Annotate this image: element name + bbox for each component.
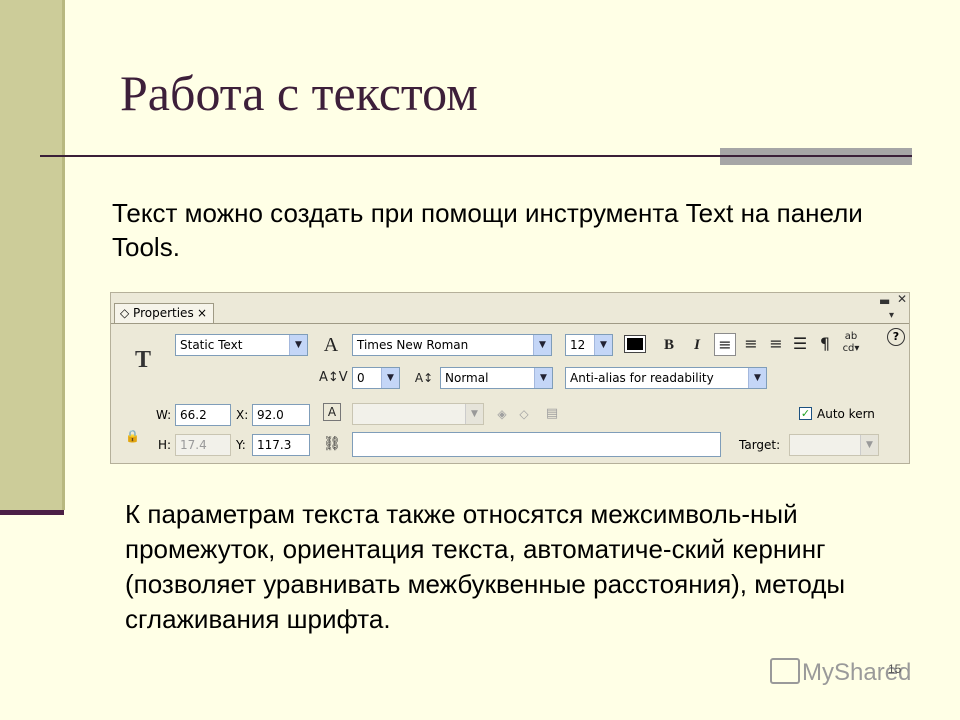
font-size-input[interactable]: 12 ▼ [565,334,613,356]
target-select: ▼ [789,434,879,456]
properties-tab-icon: ◇ [120,306,134,320]
text-type-select[interactable]: Static Text ▼ [175,334,308,356]
title-rule [40,155,912,157]
watermark-logo-icon [770,658,800,684]
text-tool-icon: T [135,347,152,373]
auto-kern-label: Auto kern [817,407,875,421]
font-icon: A [323,334,339,356]
text-color-fill [627,338,643,350]
height-input[interactable]: 17.4 [175,434,231,456]
left-decorative-band [0,0,65,510]
lock-icon[interactable]: 🔒 [125,429,140,443]
chevron-down-icon: ▼ [465,404,483,424]
chevron-down-icon: ▼ [381,368,399,388]
letter-spacing-icon: A↕V [319,370,348,385]
format-options-icon[interactable]: ab cd▾ [839,331,863,355]
italic-button[interactable]: I [687,334,707,356]
slide-title: Работа с текстом [120,65,478,121]
height-label: H: [158,438,172,452]
baseline-value: Normal [445,371,489,385]
properties-panel: ◇ Properties × ▬ ✕ ▾ ? T 🔒 Static Text ▼… [110,292,910,464]
chevron-down-icon: ▼ [860,435,878,455]
chevron-down-icon: ▼ [534,368,552,388]
font-size-value: 12 [570,338,586,352]
link-icon: ⛓ [323,436,341,452]
list-icon: ▤ [545,406,559,421]
baseline-select[interactable]: Normal ▼ [440,367,553,389]
properties-tab-label: Properties [133,306,194,320]
selectable-icon[interactable]: A [323,403,341,421]
y-input[interactable]: 117.3 [252,434,310,456]
details-paragraph: К параметрам текста также относятся межс… [125,499,846,634]
width-label: W: [156,408,172,422]
close-icon[interactable]: × [197,304,207,322]
left-band-accent-line [0,510,64,515]
align-left-icon[interactable]: ≡ [714,333,736,356]
bold-button[interactable]: B [659,334,679,356]
align-center-icon[interactable]: ≡ [740,333,762,355]
anti-alias-select[interactable]: Anti-alias for readability ▼ [565,367,767,389]
page-number: 15 [888,662,902,676]
auto-kern-checkbox[interactable]: ✓ [799,407,812,420]
panel-close-icon[interactable]: ✕ [897,292,907,306]
letter-spacing-value: 0 [357,371,365,385]
x-input[interactable]: 92.0 [252,404,310,426]
font-family-value: Times New Roman [357,338,469,352]
text-color-swatch[interactable] [624,335,646,353]
target-label: Target: [739,438,781,452]
chevron-down-icon: ▼ [533,335,551,355]
letter-spacing-input[interactable]: 0 ▼ [352,367,400,389]
chevron-down-icon: ▼ [289,335,307,355]
html-render-icon: ◈ [497,407,507,421]
intro-paragraph: Текст можно создать при помощи инструмен… [112,198,863,262]
baseline-shift-icon: A↕ [414,371,434,385]
help-icon[interactable]: ? [887,328,905,346]
anti-alias-value: Anti-alias for readability [570,371,714,385]
justify-icon[interactable]: ☰ [789,333,811,355]
chevron-down-icon: ▼ [748,368,766,388]
x-label: X: [236,408,249,422]
paragraph-icon[interactable]: ¶ [815,333,835,355]
align-right-icon[interactable]: ≡ [765,333,787,355]
url-link-select: ▼ [352,403,484,425]
chevron-down-icon: ▼ [594,335,612,355]
properties-tab[interactable]: ◇ Properties × [114,303,214,323]
minimize-icon[interactable]: ▬ [879,294,890,308]
url-link-input[interactable] [352,432,721,457]
font-family-select[interactable]: Times New Roman ▼ [352,334,552,356]
width-input[interactable]: 66.2 [175,404,231,426]
y-label: Y: [236,438,246,452]
panel-tab-divider [111,323,909,324]
options-menu-icon[interactable]: ▾ [889,310,894,321]
text-type-value: Static Text [180,338,243,352]
border-icon: ◇ [519,407,529,421]
